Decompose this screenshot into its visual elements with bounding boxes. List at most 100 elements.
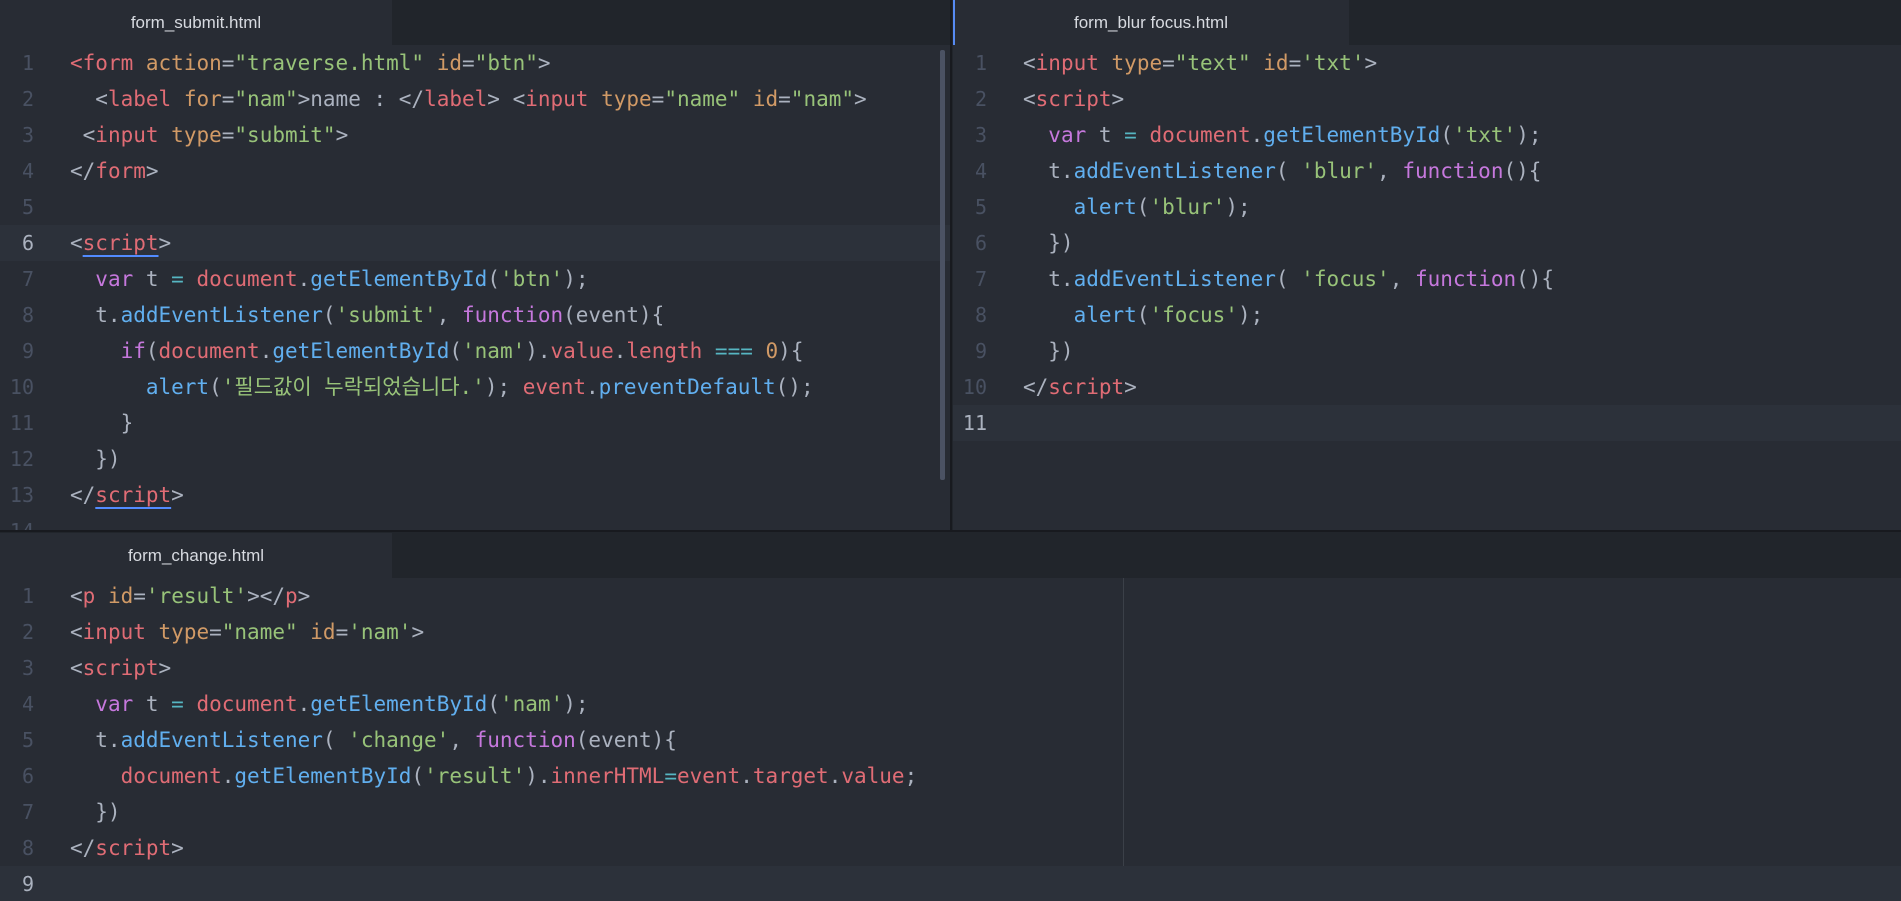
tab-form-change[interactable]: form_change.html — [0, 533, 392, 578]
code-token: addEventListener — [1073, 267, 1276, 291]
code-line[interactable]: 6 <script> — [0, 225, 950, 261]
pane-divider-vertical[interactable] — [950, 0, 952, 530]
code-line[interactable]: 5 t.addEventListener( 'change', function… — [0, 722, 1901, 758]
code-line[interactable]: 9 if(document.getElementById('nam').valu… — [0, 333, 950, 369]
code-line[interactable]: 3 <script> — [0, 650, 1901, 686]
code-text: t.addEventListener('submit', function(ev… — [70, 297, 664, 333]
code-line[interactable]: 1 <p id='result'></p> — [0, 578, 1901, 614]
code-line[interactable]: 11 — [953, 405, 1901, 441]
code-token: getElementById — [1263, 123, 1441, 147]
code-text: <label for="nam">name : </label> <input … — [70, 81, 866, 117]
code-text: } — [70, 405, 134, 441]
code-line[interactable]: 11 } — [0, 405, 950, 441]
code-line[interactable]: 7 }) — [0, 794, 1901, 830]
code-token: = — [221, 87, 235, 111]
code-token: function — [474, 728, 576, 752]
code-token: } — [70, 411, 134, 435]
code-editor[interactable]: 1 <form action="traverse.html" id="btn"> 2… — [0, 45, 950, 530]
code-token: < — [70, 51, 83, 75]
code-token: p — [285, 584, 298, 608]
code-token: t — [1086, 123, 1125, 147]
code-token: id — [436, 51, 463, 75]
vertical-scrollbar[interactable] — [940, 50, 945, 480]
code-line[interactable]: 2 <input type="name" id='nam'> — [0, 614, 1901, 650]
code-token: 'focus' — [1149, 303, 1238, 327]
line-number: 9 — [21, 872, 34, 896]
code-token: ); — [563, 267, 589, 291]
code-line[interactable]: 14 — [0, 513, 950, 530]
code-token: = — [133, 584, 146, 608]
tab-form-submit[interactable]: form_submit.html — [0, 0, 392, 45]
code-line[interactable]: 7 var t = document.getElementById('btn')… — [0, 261, 950, 297]
code-editor[interactable]: 1 <input type="text" id='txt'> 2 <script> 3 … — [953, 45, 1901, 530]
code-token: ). — [525, 339, 551, 363]
code-token: t. — [1023, 159, 1074, 183]
code-line[interactable]: 5 alert('blur'); — [953, 189, 1901, 225]
code-line[interactable]: 5 — [0, 189, 950, 225]
code-text: <script> — [1023, 81, 1124, 117]
line-number: 8 — [21, 303, 34, 327]
code-line[interactable]: 3 <input type="submit"> — [0, 117, 950, 153]
code-token: function — [1402, 159, 1504, 183]
code-line[interactable]: 10 alert('필드값이 누락되었습니다.'); event.prevent… — [0, 369, 950, 405]
code-line[interactable]: 9 — [0, 866, 1901, 901]
code-line[interactable]: 4 </form> — [0, 153, 950, 189]
code-token: action — [145, 51, 222, 75]
code-token: id — [107, 584, 134, 608]
code-token: input — [82, 620, 146, 644]
code-token: . — [297, 692, 311, 716]
code-line[interactable]: 6 }) — [953, 225, 1901, 261]
code-token: type — [601, 87, 652, 111]
code-text: alert('필드값이 누락되었습니다.'); event.preventDef… — [70, 369, 814, 405]
code-token: = — [1162, 51, 1175, 75]
code-token: target — [752, 764, 829, 788]
code-text: if(document.getElementById('nam').value.… — [70, 333, 804, 369]
code-line[interactable]: 1 <input type="text" id='txt'> — [953, 45, 1901, 81]
code-line[interactable]: 2 <script> — [953, 81, 1901, 117]
code-line[interactable]: 8 alert('focus'); — [953, 297, 1901, 333]
line-number: 1 — [974, 51, 987, 75]
code-token: getElementById — [234, 764, 412, 788]
code-line[interactable]: 12 }) — [0, 441, 950, 477]
code-line[interactable]: 3 var t = document.getElementById('txt')… — [953, 117, 1901, 153]
code-token: script — [1048, 375, 1125, 399]
code-token: = — [221, 51, 235, 75]
code-line[interactable]: 4 t.addEventListener( 'blur', function()… — [953, 153, 1901, 189]
code-line[interactable]: 8 t.addEventListener('submit', function(… — [0, 297, 950, 333]
line-number: 12 — [9, 447, 34, 471]
code-line[interactable]: 9 }) — [953, 333, 1901, 369]
code-text: var t = document.getElementById('txt'); — [1023, 117, 1541, 153]
code-line[interactable]: 10 </script> — [953, 369, 1901, 405]
code-line[interactable]: 4 var t = document.getElementById('nam')… — [0, 686, 1901, 722]
code-line[interactable]: 8 </script> — [0, 830, 1901, 866]
code-text: }) — [1023, 225, 1073, 261]
code-token: ( — [1136, 195, 1150, 219]
code-token: . — [613, 339, 627, 363]
line-number: 6 — [974, 231, 987, 255]
code-token: for — [183, 87, 222, 111]
code-token: ( — [1275, 159, 1302, 183]
tab-form-blur-focus[interactable]: form_blur focus.html — [953, 0, 1349, 45]
code-line[interactable]: 2 <label for="nam">name : </label> <inpu… — [0, 81, 950, 117]
code-line[interactable]: 6 document.getElementById('result').inne… — [0, 758, 1901, 794]
code-token: ; — [904, 764, 918, 788]
code-token: type — [171, 123, 222, 147]
code-line[interactable]: 1 <form action="traverse.html" id="btn"> — [0, 45, 950, 81]
code-token: value — [841, 764, 905, 788]
pane-divider-horizontal[interactable] — [0, 530, 1901, 532]
code-token: event — [676, 764, 741, 788]
code-token: ); — [1516, 123, 1542, 147]
code-token: script — [95, 483, 172, 507]
code-token: value — [550, 339, 614, 363]
code-token: "traverse.html" — [234, 51, 425, 75]
code-token: form — [95, 159, 146, 183]
code-token: input — [95, 123, 159, 147]
code-line[interactable]: 13 </script> — [0, 477, 950, 513]
code-token: </ — [70, 836, 96, 860]
code-line[interactable]: 7 t.addEventListener( 'focus', function(… — [953, 261, 1901, 297]
code-text: <script> — [70, 225, 171, 261]
code-editor[interactable]: 1 <p id='result'></p> 2 <input type="name" … — [0, 578, 1901, 901]
code-token: < — [70, 87, 108, 111]
